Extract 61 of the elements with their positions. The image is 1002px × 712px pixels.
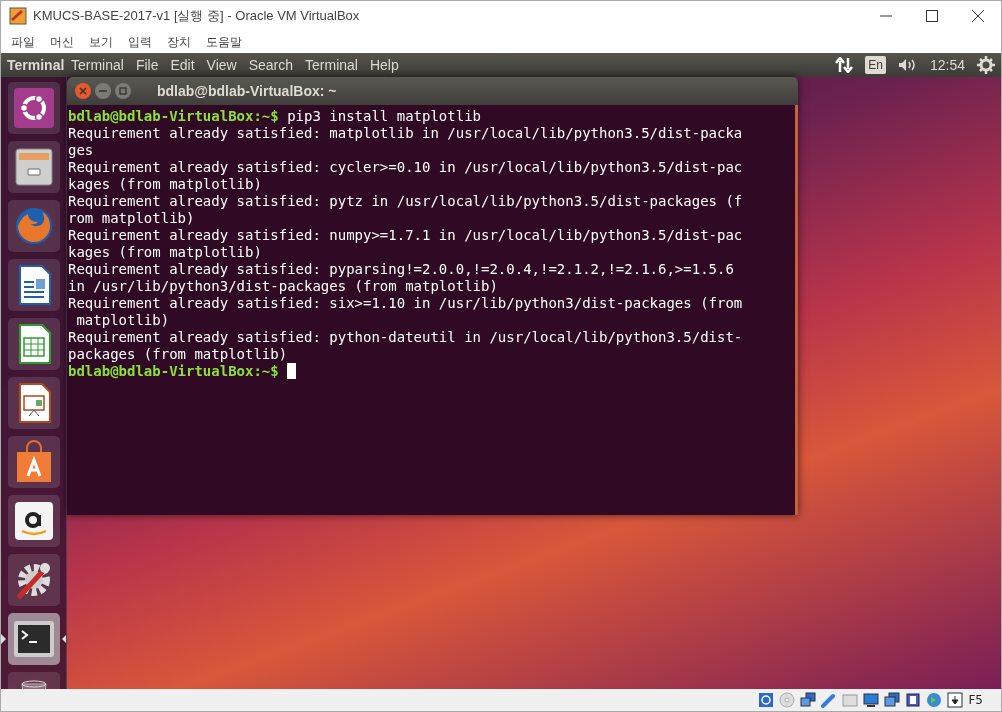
- active-indicator-icon: [61, 634, 66, 644]
- clock[interactable]: 12:54: [929, 54, 965, 76]
- output-line: Requirement already satisfied: six>=1.10 in /usr/lib/python3/dist-packages (from: [68, 295, 743, 311]
- active-indicator-icon: [1, 634, 6, 644]
- launcher-item[interactable]: [7, 259, 60, 311]
- disk-icon[interactable]: [758, 692, 775, 708]
- output-line: Requirement already satisfied: pytz in /usr/local/lib/python3.5/dist-packages (f: [68, 193, 743, 209]
- output-line: ges: [68, 142, 94, 158]
- keyboard-layout-indicator[interactable]: En: [865, 56, 886, 74]
- maximize-icon: [926, 10, 938, 22]
- menu-item[interactable]: Terminal: [65, 54, 130, 76]
- usb-icon[interactable]: [821, 692, 838, 708]
- menu-item[interactable]: 입력: [122, 33, 161, 51]
- output-line: rom matplotlib): [68, 210, 195, 226]
- virtualbox-logo-icon: [9, 7, 27, 25]
- terminal-output-area[interactable]: [67, 105, 798, 515]
- output-line: in /usr/lib/python3/dist-packages (from matplotlib): [68, 278, 498, 294]
- menu-item[interactable]: 보기: [83, 33, 122, 51]
- host-key-label: F5: [968, 692, 983, 709]
- command-text: pip3 install matplotlib: [287, 108, 482, 124]
- launcher-item[interactable]: [7, 436, 60, 488]
- shell-prompt: bdlab@bdlab-VirtualBox:~$: [68, 108, 279, 124]
- launcher-item[interactable]: [7, 495, 60, 547]
- menu-item[interactable]: View: [200, 54, 243, 76]
- menu-item[interactable]: 파일: [5, 33, 44, 51]
- launcher-item[interactable]: [7, 613, 60, 665]
- output-line: Requirement already satisfied: matplotlib in /usr/local/lib/python3.5/dist-packa: [68, 125, 743, 141]
- output-line: kages (from matplotlib): [68, 176, 262, 192]
- menu-item[interactable]: Search: [242, 54, 300, 76]
- output-line: kages (from matplotlib): [68, 244, 262, 260]
- app-name: Terminal: [6, 55, 65, 75]
- maximize-icon: [119, 87, 127, 95]
- close-icon: [972, 10, 984, 22]
- menu-item[interactable]: 도움말: [200, 33, 251, 51]
- gear-icon[interactable]: [977, 56, 995, 74]
- terminal-title: bdlab@bdlab-VirtualBox: ~: [157, 81, 337, 101]
- close-icon: [79, 87, 87, 95]
- minimize-icon: [99, 87, 107, 95]
- window-title: KMUCS-BASE-2017-v1 [실행 중] - Oracle VM VirtualBox: [33, 7, 361, 26]
- output-line: Requirement already satisfied: pyparsing!=2.0.0,!=2.0.4,!=2.1.2,!=2.1.6,>=1.5.6: [68, 261, 734, 277]
- menu-item[interactable]: Help: [363, 54, 405, 76]
- volume-icon[interactable]: [897, 57, 918, 73]
- output-line: Requirement already satisfied: numpy>=1.7.1 in /usr/local/lib/python3.5/dist-pac: [68, 227, 743, 243]
- ubuntu-logo-icon: [11, 86, 56, 130]
- menu-item[interactable]: 머신: [44, 33, 83, 51]
- menu-item[interactable]: File: [129, 54, 165, 76]
- launcher-item[interactable]: [7, 554, 60, 606]
- close-button[interactable]: [75, 83, 91, 99]
- output-line: packages (from matplotlib): [68, 346, 288, 362]
- launcher-item[interactable]: [7, 318, 60, 370]
- shell-prompt: bdlab@bdlab-VirtualBox:~$: [68, 363, 279, 379]
- output-line: matplotlib): [75, 312, 170, 328]
- output-line: Requirement already satisfied: python-dateutil in /usr/local/lib/python3.5/dist-: [68, 329, 743, 345]
- display-icon[interactable]: [863, 692, 880, 708]
- launcher-item[interactable]: [7, 377, 60, 429]
- output-line: Requirement already satisfied: cycler>=0.10 in /usr/local/lib/python3.5/dist-pac: [68, 159, 743, 175]
- launcher-item[interactable]: [7, 82, 60, 134]
- menu-item[interactable]: 장치: [161, 33, 200, 51]
- launcher-item[interactable]: [7, 141, 60, 193]
- menu-item[interactable]: Terminal: [299, 54, 364, 76]
- menu-item[interactable]: Edit: [164, 54, 201, 76]
